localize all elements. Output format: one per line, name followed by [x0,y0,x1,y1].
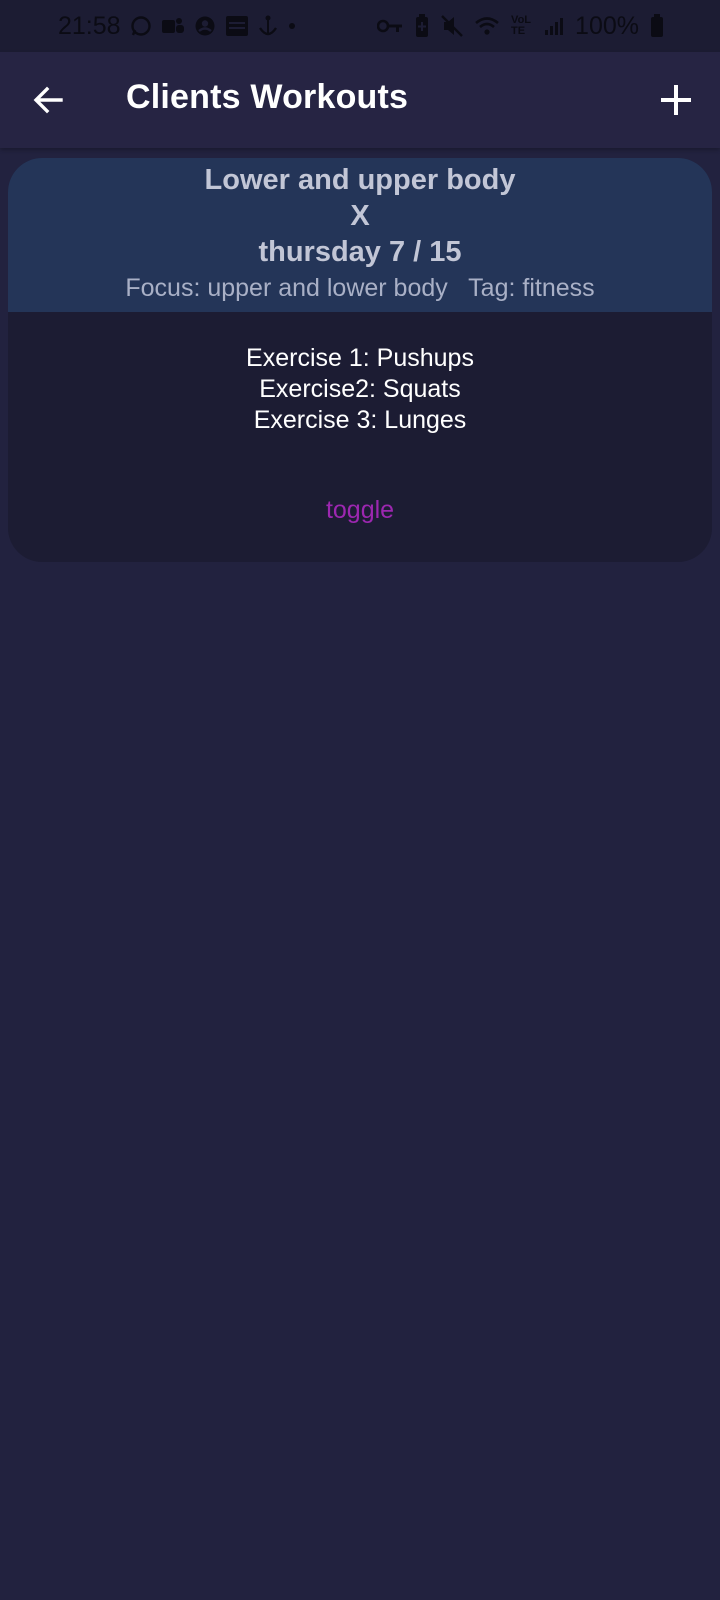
workout-card-body: Exercise 1: Pushups Exercise2: Squats Ex… [8,312,712,562]
battery-saver-icon [414,14,430,38]
anchor-icon [258,14,278,38]
teams-icon [161,15,185,37]
status-right-group: VoLTE 100% [377,12,664,41]
app-bar: Clients Workouts [0,52,720,148]
workout-name: Lower and upper body [204,164,516,196]
workout-card-header: Lower and upper body X thursday 7 / 15 F… [8,158,712,312]
calendar-icon [225,14,249,38]
battery-icon [650,14,664,38]
page-title: Clients Workouts [126,78,409,116]
workout-meta: Focus: upper and lower body Tag: fitness [8,274,712,303]
wifi-icon [474,15,500,37]
whatsapp-icon [130,15,152,37]
exercise-item: Exercise 1: Pushups [246,344,474,372]
workout-date: thursday 7 / 15 [258,236,462,268]
arrow-back-icon [33,86,63,114]
delete-workout-button[interactable]: X [8,200,712,233]
workout-tag: Tag: fitness [468,274,595,302]
workout-focus: Focus: upper and lower body [125,274,448,302]
account-icon [194,15,216,37]
battery-percent: 100% [575,11,639,40]
status-time: 21:58 [58,11,121,40]
exercise-item: Exercise2: Squats [259,375,461,403]
toggle-button[interactable]: toggle [310,496,410,525]
key-icon [377,18,403,34]
dot-icon [287,21,297,31]
signal-icon [544,16,564,36]
exercise-item: Exercise 3: Lunges [253,406,467,434]
add-workout-button[interactable] [652,76,700,124]
workout-card: Lower and upper body X thursday 7 / 15 F… [8,158,712,562]
network-label: VoLTE [511,14,532,37]
status-left-group: 21:58 [58,12,297,41]
status-bar: 21:58 VoLTE 100% [0,0,720,52]
back-button[interactable] [24,76,72,124]
plus-icon [661,85,691,115]
mute-icon [441,15,463,37]
